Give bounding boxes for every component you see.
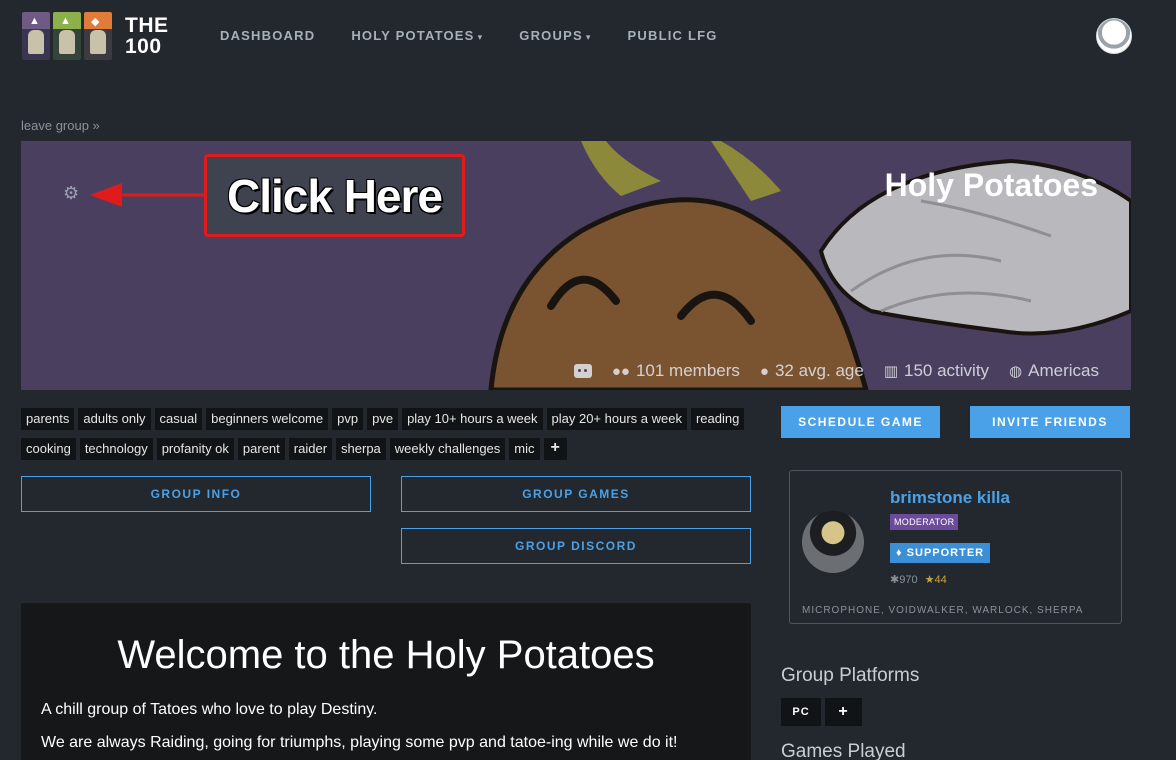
supporter-badge: ♦ SUPPORTER [890, 543, 991, 563]
nav-public-lfg[interactable]: PUBLIC LFG [628, 28, 718, 43]
platform-pc[interactable]: PC [781, 698, 821, 726]
tag[interactable]: casual [154, 408, 203, 430]
tag[interactable]: pve [367, 408, 399, 430]
group-games-button[interactable]: GROUP GAMES [401, 476, 751, 512]
welcome-panel: Welcome to the Holy Potatoes A chill gro… [21, 603, 751, 760]
group-discord-button[interactable]: GROUP DISCORD [401, 528, 751, 564]
nav-links: DASHBOARD HOLY POTATOES ▾ GROUPS ▾ PUBLIC … [220, 28, 754, 43]
logo-text: THE 100 [125, 14, 169, 58]
group-title: Holy Potatoes [884, 167, 1098, 203]
tag[interactable]: parents [21, 408, 75, 430]
settings-gear-icon[interactable]: ⚙ [63, 184, 81, 202]
tag[interactable]: pvp [332, 408, 364, 430]
user-icon: ● [759, 362, 769, 380]
class-emblem-icon: ▲ [22, 12, 50, 60]
moderator-badge: MODERATOR [890, 514, 959, 530]
tag[interactable]: play 20+ hours a week [546, 408, 687, 430]
tag[interactable]: beginners welcome [206, 408, 329, 430]
tag[interactable]: parent [237, 438, 285, 460]
karma-icon: ✱ [890, 574, 900, 586]
class-emblem-icon: ◆ [84, 12, 112, 60]
discord-icon[interactable] [573, 364, 592, 378]
tag[interactable]: profanity ok [156, 438, 234, 460]
moderator-avatar[interactable] [802, 511, 864, 573]
nav-holy-potatoes[interactable]: HOLY POTATOES ▾ [351, 28, 483, 43]
welcome-paragraph: A chill group of Tatoes who love to play… [41, 701, 378, 718]
group-info-button[interactable]: GROUP INFO [21, 476, 371, 512]
tag[interactable]: mic [509, 438, 540, 460]
moderator-tags: MICROPHONE, VOIDWALKER, WARLOCK, SHERPA [802, 605, 1084, 616]
games-played-title: Games Played [781, 741, 906, 760]
welcome-paragraph: We are always Raiding, going for triumph… [41, 734, 678, 751]
schedule-game-button[interactable]: SCHEDULE GAME [781, 406, 940, 438]
tag[interactable]: sherpa [336, 438, 386, 460]
group-banner: Holy Potatoes ●● 101 members ● 32 avg. age… [21, 141, 1131, 390]
age-stat: ● 32 avg. age [759, 361, 864, 380]
add-platform-button[interactable]: + [825, 698, 862, 726]
moderator-card: brimstone killa MODERATOR ♦ SUPPORTER ✱9… [789, 470, 1122, 624]
leave-group-link[interactable]: leave group » [21, 118, 100, 133]
site-logo[interactable]: ▲ ▲ ◆ THE 100 [22, 12, 169, 60]
chevron-down-icon: ▾ [477, 32, 484, 42]
chevron-down-icon: ▾ [585, 32, 592, 42]
star-icon: ★ [924, 574, 935, 586]
welcome-title: Welcome to the Holy Potatoes [117, 633, 655, 677]
tag[interactable]: weekly challenges [389, 438, 506, 460]
flame-icon: ♦ [896, 547, 907, 559]
nav-dashboard[interactable]: DASHBOARD [220, 28, 315, 43]
annotation-callout: Click Here [204, 154, 465, 237]
tag[interactable]: raider [288, 438, 333, 460]
tag[interactable]: reading [690, 408, 745, 430]
users-icon: ●● [611, 362, 630, 380]
moderator-name[interactable]: brimstone killa [890, 488, 1010, 508]
region-stat: ◍ Americas [1009, 361, 1099, 380]
invite-friends-button[interactable]: INVITE FRIENDS [970, 406, 1130, 438]
bar-chart-icon: ▥ [883, 363, 898, 380]
tag[interactable]: technology [79, 438, 153, 460]
tag[interactable]: play 10+ hours a week [402, 408, 543, 430]
activity-stat: ▥ 150 activity [883, 361, 990, 380]
members-stat: ●● 101 members [611, 361, 740, 380]
group-stats: ●● 101 members ● 32 avg. age ▥ 150 activity… [573, 361, 1099, 381]
class-emblem-icon: ▲ [53, 12, 81, 60]
nav-groups[interactable]: GROUPS ▾ [519, 28, 591, 43]
platforms-title: Group Platforms [781, 665, 920, 686]
tag[interactable]: adults only [78, 408, 151, 430]
globe-icon: ◍ [1009, 363, 1023, 380]
add-tag-button[interactable]: + [543, 438, 567, 460]
group-tags: parents adults only casual beginners wel… [21, 408, 761, 468]
top-nav: ▲ ▲ ◆ THE 100 DASHBOARD HOLY POTATOES ▾ G… [0, 0, 1176, 72]
moderator-stats: ✱970 ★44 [890, 574, 947, 586]
user-avatar[interactable] [1096, 18, 1132, 54]
tag[interactable]: cooking [21, 438, 76, 460]
